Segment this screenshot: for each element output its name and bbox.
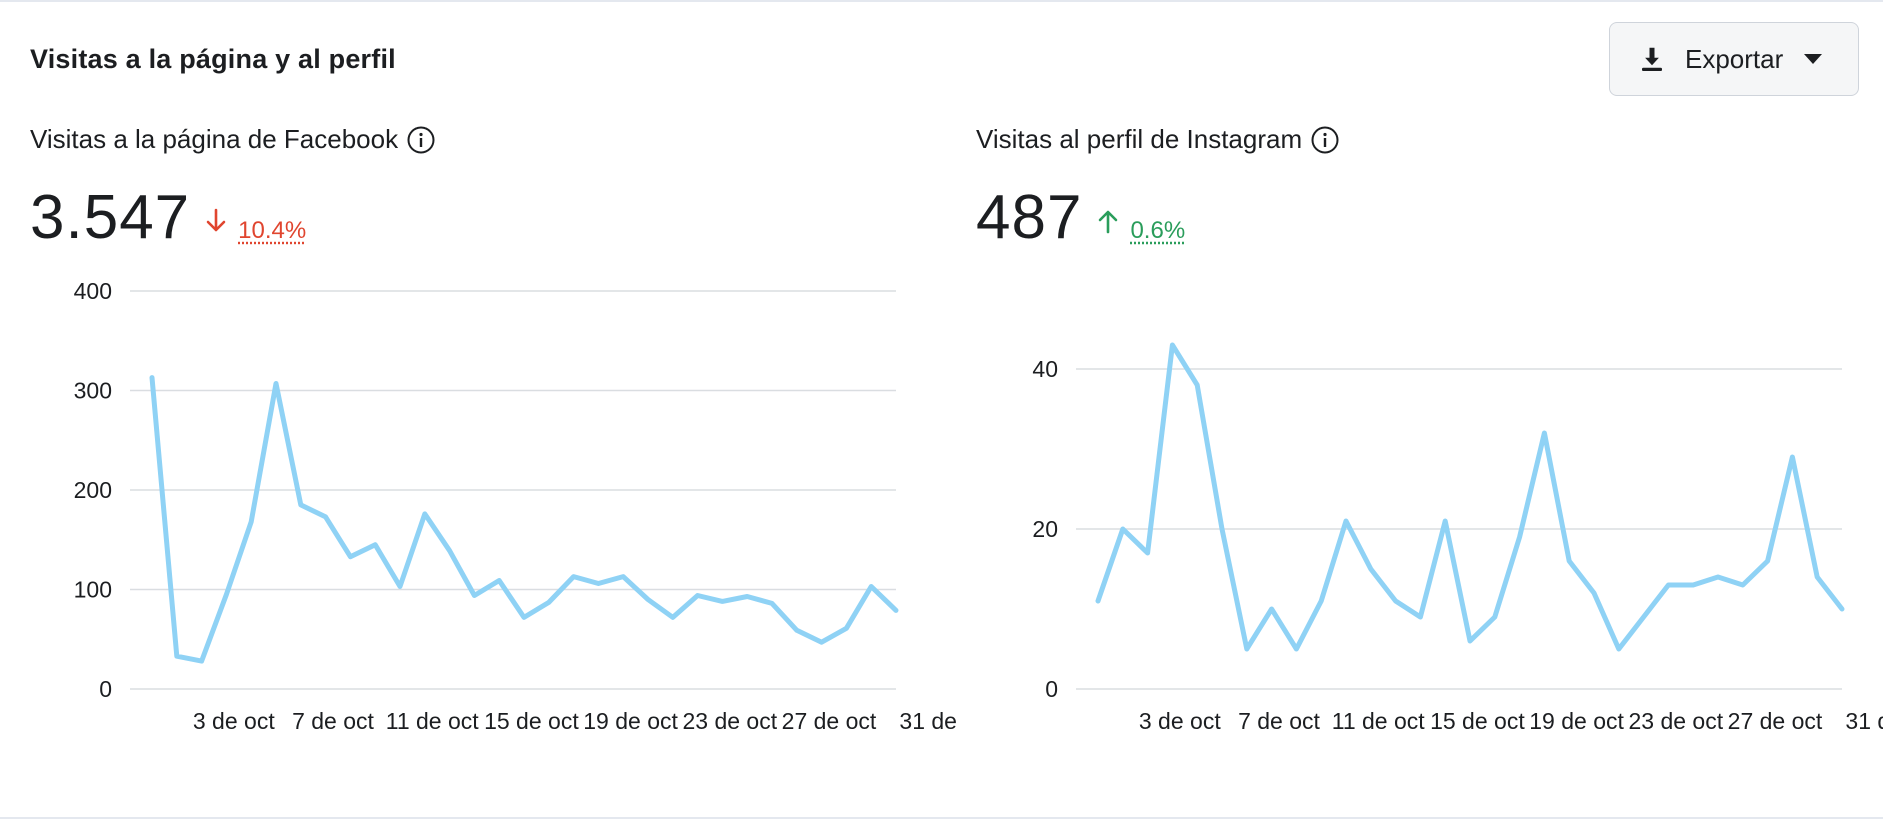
instagram-panel: Visitas al perfil de Instagram 487 0.6% … xyxy=(946,2,1883,821)
y-tick-label: 40 xyxy=(1032,356,1058,382)
x-tick-label: 19 de oct xyxy=(1529,708,1624,734)
x-tick-label: 11 de oct xyxy=(1332,708,1426,734)
y-tick-label: 0 xyxy=(99,676,112,702)
y-tick-label: 0 xyxy=(1045,676,1058,702)
x-tick-label: 3 de oct xyxy=(1139,708,1221,734)
x-tick-label: 27 de oct xyxy=(782,708,877,734)
x-tick-label: 3 de oct xyxy=(193,708,275,734)
x-tick-label: 23 de oct xyxy=(682,708,777,734)
y-tick-label: 20 xyxy=(1032,516,1058,542)
x-tick-label: 15 de oct xyxy=(484,708,579,734)
facebook-panel: Visitas a la página de Facebook 3.547 10… xyxy=(0,2,957,821)
x-tick-label: 11 de oct xyxy=(386,708,480,734)
x-tick-label: 7 de oct xyxy=(292,708,374,734)
x-tick-label: 27 de oct xyxy=(1728,708,1823,734)
x-tick-label: 7 de oct xyxy=(1238,708,1320,734)
y-tick-label: 200 xyxy=(74,477,112,503)
y-tick-label: 100 xyxy=(74,577,112,603)
y-tick-label: 300 xyxy=(74,378,112,404)
x-tick-label: 31 de xyxy=(1845,708,1883,734)
page-and-profile-visits-card: Visitas a la página y al perfil Exportar… xyxy=(0,0,1883,819)
data-line xyxy=(1095,342,1845,652)
y-tick-label: 400 xyxy=(74,278,112,304)
instagram-visits-chart: 0 20 40 3 de oct 7 de oct 11 de oct 15 de oct 1… xyxy=(1032,342,1883,734)
x-tick-label: 15 de oct xyxy=(1430,708,1525,734)
data-line xyxy=(149,375,899,664)
x-tick-label: 19 de oct xyxy=(583,708,678,734)
x-tick-label: 23 de oct xyxy=(1628,708,1723,734)
facebook-visits-chart: 0 100 200 300 400 3 de oct 7 de oct 11 de oct 15… xyxy=(74,278,957,734)
